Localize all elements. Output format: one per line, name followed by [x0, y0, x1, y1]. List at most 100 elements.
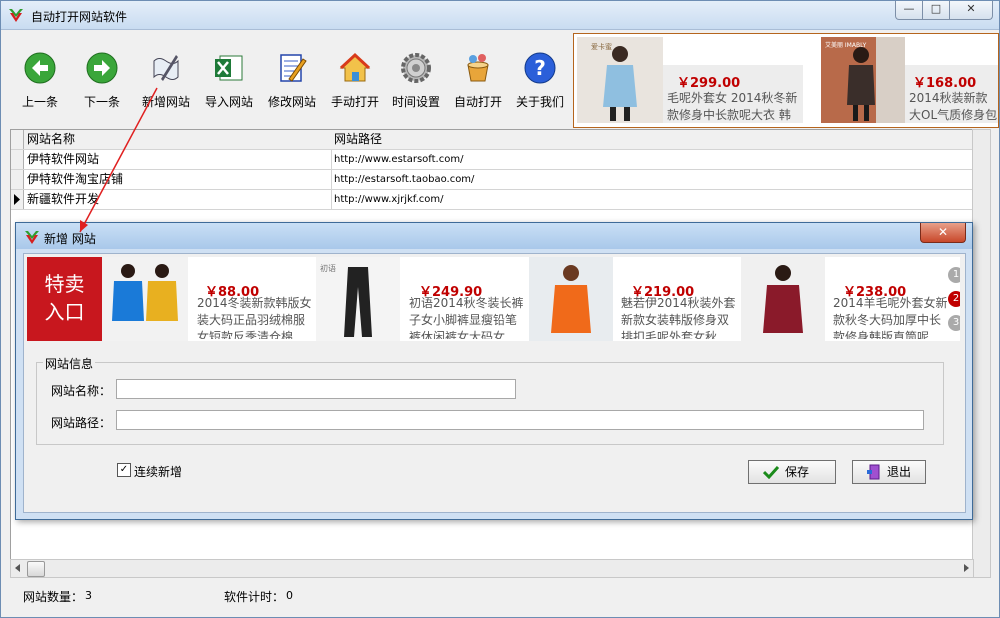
scroll-right-icon[interactable] — [962, 564, 970, 572]
continuous-add-checkbox[interactable]: ✓ — [117, 463, 131, 477]
continuous-add-label: 连续新增 — [134, 465, 183, 479]
minimize-button[interactable]: — — [895, 1, 923, 20]
table-row[interactable]: 伊特软件网站 http://www.estarsoft.com/ — [11, 150, 976, 170]
horizontal-scrollbar[interactable] — [10, 559, 974, 578]
exit-door-icon — [867, 464, 880, 480]
timer-value: 0 — [286, 589, 293, 602]
ad-item[interactable]: 艾美丽 IMABLY ￥168.00 2014秋装新款大OL气质修身包臀 — [821, 37, 998, 123]
ad-brand: 艾美丽 IMABLY — [825, 41, 867, 49]
pager-dot[interactable]: 3 — [948, 315, 960, 331]
column-header-name[interactable]: 网站名称 — [24, 130, 332, 149]
site-path-input[interactable] — [116, 410, 924, 430]
exit-button[interactable]: 退出 — [852, 460, 926, 484]
edit-site-button[interactable]: 修改网站 — [261, 51, 323, 111]
manual-open-button[interactable]: 手动打开 — [324, 51, 386, 111]
ad-product-image: 爱卡蜜 — [577, 37, 663, 123]
save-button[interactable]: 保存 — [748, 460, 836, 484]
about-us-button[interactable]: ? 关于我们 — [509, 51, 571, 111]
ad-brand: 初语 — [320, 263, 336, 273]
ad-price: ￥299.00 — [677, 76, 741, 91]
ad-product-image[interactable] — [529, 257, 613, 341]
ad-item[interactable]: 爱卡蜜 ￥299.00 毛呢外套女 2014秋冬新款修身中长款呢大衣 韩 — [577, 37, 805, 123]
home-icon — [339, 52, 371, 82]
ad-product-image[interactable] — [741, 257, 825, 341]
dialog-ad-banner[interactable]: 特卖 入口 ￥88.00 2014冬装新款韩版女装大码正品羽绒棉服女短款反季清仓… — [27, 257, 960, 341]
ad-description: 毛呢外套女 2014秋冬新款修身中长款呢大衣 韩 — [667, 91, 798, 122]
special-sale-label: 特卖 入口 — [44, 272, 85, 324]
timer-label: 软件计时： — [224, 590, 285, 604]
table-row[interactable]: 伊特软件淘宝店铺 http://estarsoft.taobao.com/ — [11, 170, 976, 190]
group-title: 网站信息 — [43, 355, 96, 372]
scroll-left-icon[interactable] — [14, 564, 22, 572]
add-site-label: 新增网站 — [141, 95, 190, 109]
import-site-button[interactable]: 导入网站 — [198, 51, 260, 111]
checkmark-icon — [763, 465, 779, 479]
close-button[interactable]: ✕ — [949, 1, 993, 20]
previous-button[interactable]: 上一条 — [9, 51, 71, 111]
ad-price: ￥168.00 — [913, 76, 977, 91]
next-label: 下一条 — [83, 95, 120, 109]
add-site-button[interactable]: 新增网站 — [135, 51, 197, 111]
cell-site-url: http://www.estarsoft.com/ — [331, 150, 976, 169]
dialog-body: 特卖 入口 ￥88.00 2014冬装新款韩版女装大码正品羽绒棉服女短款反季清仓… — [23, 253, 966, 513]
dialog-title-bar: 新增 网站 ✕ — [16, 223, 972, 249]
site-info-group: 网站信息 网站名称： 网站路径： — [36, 355, 944, 445]
ad-description: 2014羊毛呢外套女新款秋冬大码加厚中长款修身韩版直筒呢 — [833, 296, 948, 339]
ad-description: 2014秋装新款大OL气质修身包臀 — [909, 91, 998, 122]
column-header-url[interactable]: 网站路径 — [331, 130, 976, 149]
time-settings-label: 时间设置 — [391, 95, 440, 109]
ad-description: 魅若伊2014秋装外套新款女装韩版修身双排扣毛呢外套女秋 — [621, 296, 736, 339]
bucket-icon — [467, 54, 489, 82]
pager-dot[interactable]: 1 — [948, 267, 960, 283]
maximize-button[interactable]: □ — [922, 1, 950, 20]
table-row[interactable]: 新疆软件开发 http://www.xjrjkf.com/ — [11, 190, 976, 210]
window-title: 自动打开网站软件 — [31, 10, 128, 24]
previous-label: 上一条 — [21, 95, 58, 109]
auto-open-button[interactable]: 自动打开 — [447, 51, 509, 111]
site-name-input[interactable] — [116, 379, 516, 399]
top-ad-banner[interactable]: 爱卡蜜 ￥299.00 毛呢外套女 2014秋冬新款修身中长款呢大衣 韩 艾美丽… — [573, 33, 999, 128]
ad-product-image: 艾美丽 IMABLY — [821, 37, 905, 123]
forward-arrow-icon — [86, 52, 118, 84]
import-site-label: 导入网站 — [204, 95, 253, 109]
ad-product-image[interactable] — [102, 257, 188, 341]
title-bar: 自动打开网站软件 — □ ✕ — [1, 1, 999, 30]
cell-site-url: http://estarsoft.taobao.com/ — [331, 170, 976, 189]
manual-open-label: 手动打开 — [330, 95, 379, 109]
auto-open-label: 自动打开 — [453, 95, 502, 109]
dialog-close-button[interactable]: ✕ — [920, 223, 966, 243]
edit-site-label: 修改网站 — [267, 95, 316, 109]
table-header-row: 网站名称 网站路径 — [11, 130, 976, 150]
svg-text:?: ? — [534, 56, 546, 80]
exit-label: 退出 — [887, 465, 912, 479]
app-logo-icon — [25, 231, 39, 244]
next-button[interactable]: 下一条 — [71, 51, 133, 111]
vertical-scrollbar[interactable] — [972, 129, 991, 578]
quill-scroll-icon — [153, 55, 179, 81]
gear-icon — [401, 53, 431, 83]
ad-product-image[interactable]: 初语 — [316, 257, 400, 341]
scroll-thumb[interactable] — [27, 561, 45, 577]
ad-description: 2014冬装新款韩版女装大码正品羽绒棉服女短款反季清仓棉 — [197, 296, 312, 339]
about-us-label: 关于我们 — [515, 95, 564, 109]
site-count-value: 3 — [85, 589, 92, 602]
help-icon: ? — [524, 52, 556, 84]
time-settings-button[interactable]: 时间设置 — [385, 51, 447, 111]
ad-pager: 1 2 3 — [948, 267, 960, 337]
pager-dot-active[interactable]: 2 — [948, 291, 960, 307]
cell-site-name: 新疆软件开发 — [24, 190, 332, 209]
cell-site-name: 伊特软件网站 — [24, 150, 332, 169]
back-arrow-icon — [24, 52, 56, 84]
toolbar: 上一条 下一条 新增网站 导入网站 修改网站 手动打开 时间设置 自动打开 ? … — [9, 33, 569, 121]
special-sale-entry[interactable]: 特卖 入口 — [27, 257, 102, 341]
cell-site-url: http://www.xjrjkf.com/ — [331, 190, 976, 209]
add-site-dialog: 新增 网站 ✕ 特卖 入口 ￥88.00 2014冬装新款韩版女装大码正品羽绒棉… — [15, 222, 973, 520]
excel-icon — [215, 55, 243, 81]
site-count-label: 网站数量： — [23, 590, 84, 604]
ad-brand: 爱卡蜜 — [591, 42, 612, 51]
site-path-label: 网站路径： — [51, 416, 112, 430]
ad-description: 初语2014秋冬装长裤子女小脚裤显瘦铅笔裤休闲裤女大码女 — [409, 296, 524, 339]
dialog-title: 新增 网站 — [44, 232, 96, 246]
status-bar: 网站数量： 3 软件计时： 0 — [1, 579, 999, 617]
save-label: 保存 — [785, 465, 810, 479]
